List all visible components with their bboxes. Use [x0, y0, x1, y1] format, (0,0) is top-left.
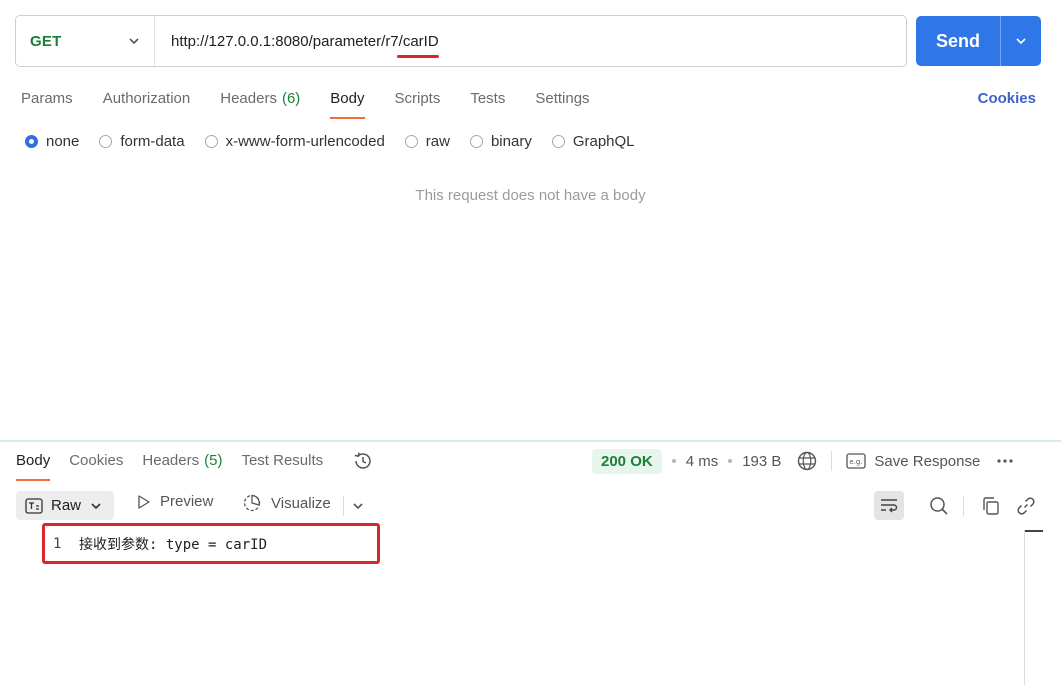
line-text: 接收到参数: type = carID: [79, 536, 268, 553]
tab-tests[interactable]: Tests: [470, 88, 505, 119]
chevron-down-icon: [91, 502, 101, 509]
response-size[interactable]: 193 B: [742, 453, 781, 470]
text-format-icon: [25, 497, 43, 514]
toolbar-divider: [963, 496, 964, 516]
radio-none[interactable]: none: [25, 133, 79, 150]
chevron-down-icon: [129, 38, 139, 45]
headers-count: (6): [281, 90, 301, 107]
response-code-line[interactable]: 1 接收到参数: type = carID: [42, 523, 380, 564]
copy-icon: [983, 497, 999, 515]
radio-graphql[interactable]: GraphQL: [551, 133, 635, 150]
tab-params[interactable]: Params: [21, 88, 73, 119]
send-button[interactable]: Send: [916, 16, 1041, 66]
chevron-down-icon: [353, 503, 363, 510]
request-tabs: Params Authorization Headers (6) Body Scr…: [21, 88, 620, 120]
copy-button[interactable]: [978, 493, 1004, 519]
tab-headers[interactable]: Headers (6): [220, 88, 300, 119]
radio-dot: [204, 135, 218, 148]
response-tab-cookies[interactable]: Cookies: [69, 450, 123, 481]
send-label: Send: [935, 30, 980, 51]
visualize-icon: [243, 494, 261, 512]
url-value: http://127.0.0.1:8080/parameter/r7/carID: [171, 32, 439, 50]
pane-splitter[interactable]: [0, 440, 1061, 442]
radio-form-data[interactable]: form-data: [99, 133, 185, 150]
response-headers-count: (5): [204, 452, 223, 469]
radio-dot: [404, 135, 418, 148]
view-mode-label: Raw: [51, 497, 82, 514]
save-response-label: Save Response: [874, 452, 981, 470]
url-input[interactable]: http://127.0.0.1:8080/parameter/r7/carID: [171, 32, 439, 58]
link-icon: [1017, 497, 1035, 515]
radio-raw[interactable]: raw: [404, 133, 450, 150]
radio-dot: [25, 135, 38, 148]
toolbar-divider: [831, 451, 833, 471]
request-url-bar: GET http://127.0.0.1:8080/parameter/r7/c…: [15, 15, 907, 67]
meta-separator: [728, 459, 733, 463]
status-badge[interactable]: 200 OK: [592, 448, 662, 474]
visualize-label: Visualize: [271, 494, 331, 512]
wrap-lines-button[interactable]: [874, 491, 904, 520]
copy-link-button[interactable]: [1013, 493, 1039, 519]
response-tab-headers[interactable]: Headers (5): [142, 450, 222, 481]
save-response-button[interactable]: e.g. Save Response: [846, 453, 980, 470]
meta-separator: [671, 459, 676, 463]
play-icon: [138, 494, 150, 509]
body-type-radios: none form-data x-www-form-urlencoded raw…: [25, 133, 655, 150]
history-icon[interactable]: [352, 450, 374, 472]
visualize-dropdown-button[interactable]: [350, 498, 366, 514]
preview-label: Preview: [160, 493, 214, 510]
radio-binary[interactable]: binary: [469, 133, 532, 150]
svg-text:e.g.: e.g.: [850, 458, 863, 466]
chevron-down-icon: [1016, 38, 1026, 45]
url-highlight-underline: [396, 54, 439, 58]
response-tabs: Body Cookies Headers (5) Test Results: [16, 450, 374, 481]
radio-dot: [469, 135, 483, 148]
response-meta: 200 OK 4 ms 193 B e.g. Save Response: [592, 448, 1014, 474]
cookies-link[interactable]: Cookies: [978, 90, 1036, 107]
radio-x-www-form-urlencoded[interactable]: x-www-form-urlencoded: [204, 133, 385, 150]
search-icon: [930, 497, 948, 515]
preview-button[interactable]: Preview: [137, 493, 213, 510]
visualize-button[interactable]: Visualize: [242, 493, 331, 513]
tab-scripts[interactable]: Scripts: [395, 88, 441, 119]
method-label: GET: [30, 32, 62, 50]
response-scrollbar[interactable]: [1024, 530, 1043, 685]
method-select[interactable]: GET: [16, 16, 155, 66]
toolbar-divider: [343, 496, 344, 516]
tab-settings[interactable]: Settings: [535, 88, 589, 119]
empty-body-message: This request does not have a body: [415, 187, 646, 204]
response-tab-test-results[interactable]: Test Results: [241, 450, 323, 481]
tab-body[interactable]: Body: [330, 88, 365, 119]
radio-dot: [551, 135, 565, 148]
globe-icon[interactable]: [797, 451, 817, 471]
search-button[interactable]: [924, 493, 954, 519]
line-number: 1: [53, 535, 62, 552]
response-tab-body[interactable]: Body: [16, 450, 51, 481]
example-icon: e.g.: [846, 453, 867, 469]
send-dropdown-button[interactable]: [1001, 16, 1041, 66]
tab-authorization[interactable]: Authorization: [103, 88, 191, 119]
view-mode-select[interactable]: Raw: [16, 491, 114, 520]
response-time[interactable]: 4 ms: [686, 453, 719, 470]
wrap-lines-icon: [881, 498, 898, 512]
more-options-icon[interactable]: [996, 458, 1014, 464]
radio-dot: [99, 135, 113, 148]
